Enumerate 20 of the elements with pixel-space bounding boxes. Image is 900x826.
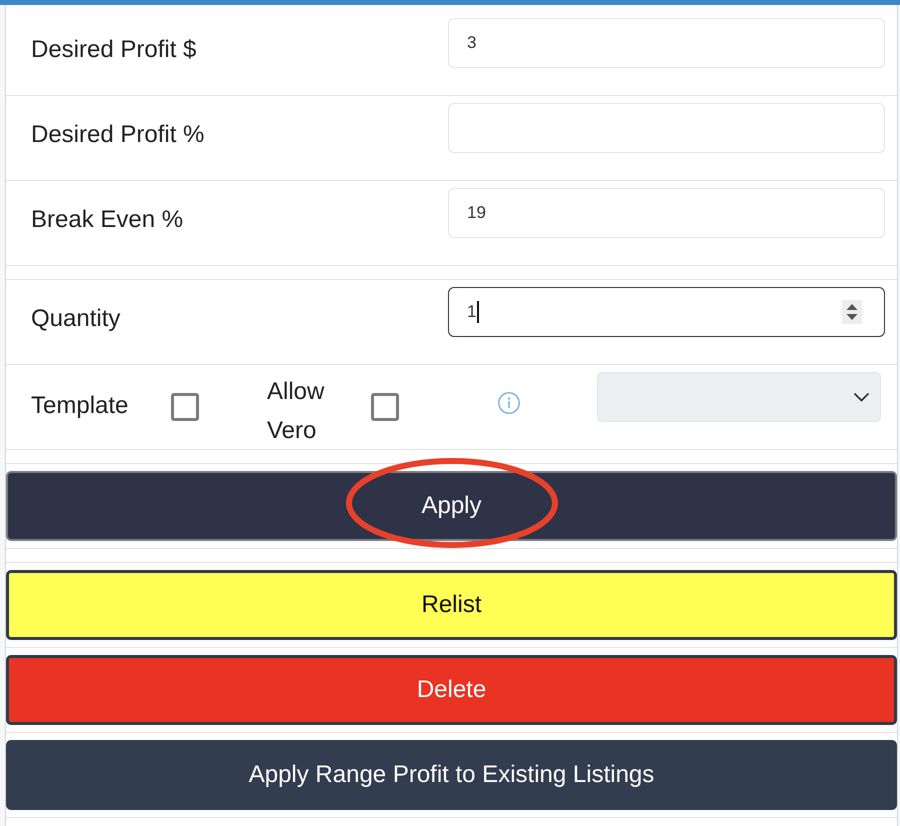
field-label: Break Even % — [31, 205, 184, 235]
delete-button[interactable]: Delete — [6, 655, 897, 725]
input-field[interactable]: 19 — [448, 188, 885, 238]
action-button[interactable]: Relist — [6, 570, 897, 640]
checkbox[interactable] — [171, 393, 199, 421]
info-icon[interactable] — [498, 392, 520, 414]
checkbox[interactable] — [371, 393, 399, 421]
field-label: Desired Profit $ — [31, 35, 198, 65]
field-label: Quantity — [31, 304, 122, 334]
text-cursor-icon — [477, 301, 480, 323]
input-field[interactable] — [448, 103, 885, 153]
field-label: Desired Profit % — [31, 120, 206, 150]
action-button[interactable]: Apply Range Profit to Existing Listings — [6, 740, 897, 810]
stepper-arrows-icon[interactable] — [842, 300, 862, 324]
input-field[interactable]: 1 — [448, 287, 885, 337]
action-button[interactable]: Apply — [6, 471, 897, 541]
checkbox-label: Template — [31, 390, 130, 420]
input-field[interactable]: 3 — [448, 18, 885, 68]
chevron-down-icon — [853, 392, 870, 402]
checkbox-label: Allow Vero — [267, 377, 326, 446]
